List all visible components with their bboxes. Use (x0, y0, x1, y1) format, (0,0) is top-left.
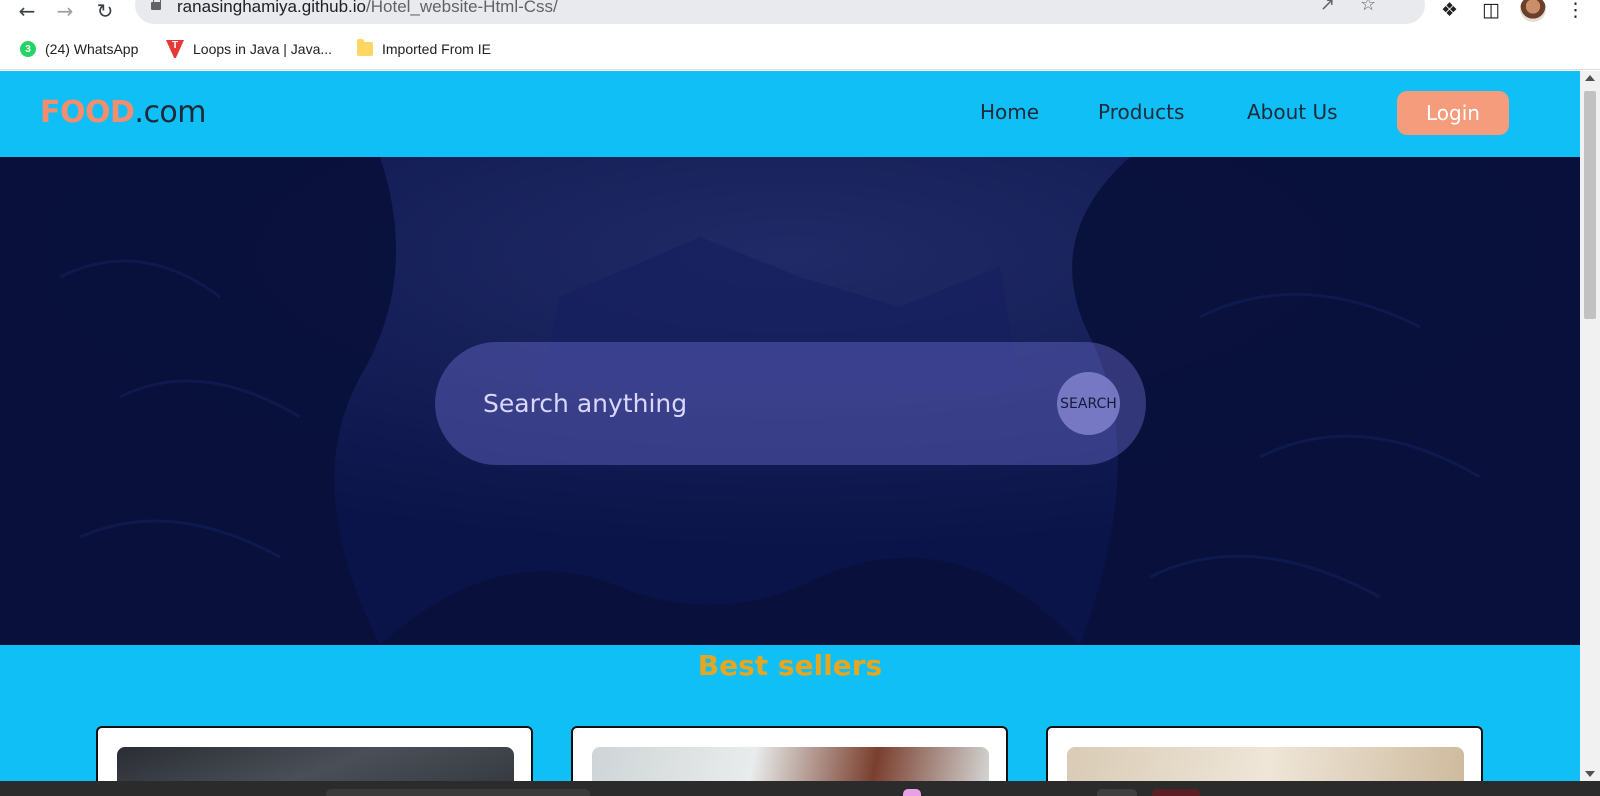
bookmark-star-icon[interactable]: ☆ (1360, 0, 1376, 14)
lock-icon[interactable] (151, 0, 161, 10)
bookmark-whatsapp[interactable]: 3 (24) WhatsApp (20, 38, 138, 60)
login-button[interactable]: Login (1397, 91, 1509, 135)
site-navbar: FOOD.com Home Products About Us Login (0, 71, 1580, 157)
taskbar-item[interactable] (903, 789, 921, 796)
search-button[interactable]: SEARCH (1057, 372, 1120, 435)
page-viewport: FOOD.com Home Products About Us Login Se… (0, 71, 1580, 796)
bookmark-loops-in-java[interactable]: T Loops in Java | Java... (166, 38, 332, 60)
side-panel-icon[interactable]: ◫ (1482, 0, 1500, 20)
back-icon[interactable]: ← (14, 0, 40, 22)
taskbar-item[interactable] (1152, 789, 1200, 796)
bookmark-imported-from-ie[interactable]: Imported From IE (357, 38, 491, 60)
scroll-thumb[interactable] (1584, 91, 1596, 319)
reload-icon[interactable]: ↻ (92, 0, 118, 22)
menu-kebab-icon[interactable]: ⋮ (1566, 0, 1585, 20)
taskbar-item[interactable] (1097, 789, 1137, 796)
bookmark-label: (24) WhatsApp (45, 41, 139, 57)
bookmark-label: Imported From IE (382, 41, 491, 57)
best-sellers-title: Best sellers (697, 649, 883, 682)
taskbar-item[interactable] (326, 789, 590, 796)
extensions-icon[interactable]: ❖ (1441, 0, 1458, 20)
scroll-down-arrow-icon[interactable] (1585, 771, 1595, 777)
profile-avatar[interactable] (1520, 0, 1546, 22)
share-icon[interactable]: ↗ (1320, 0, 1335, 14)
url-text[interactable]: ranasinghamiya.github.io/Hotel_website-H… (177, 0, 558, 17)
page-scrollbar[interactable] (1580, 71, 1600, 781)
site-logo[interactable]: FOOD.com (40, 95, 207, 130)
tutorial-site-icon: T (166, 40, 184, 58)
nav-link-products[interactable]: Products (1098, 100, 1184, 124)
hero-banner: SEARCH (0, 157, 1580, 645)
scroll-up-arrow-icon[interactable] (1585, 75, 1595, 81)
nav-link-home[interactable]: Home (980, 100, 1039, 124)
os-taskbar (0, 781, 1600, 796)
browser-toolbar: ← → ↻ ranasinghamiya.github.io/Hotel_web… (0, 0, 1600, 28)
bookmarks-bar: 3 (24) WhatsApp T Loops in Java | Java..… (0, 28, 1600, 70)
nav-link-about-us[interactable]: About Us (1247, 100, 1338, 124)
whatsapp-icon: 3 (20, 41, 36, 57)
search-input[interactable] (483, 378, 1043, 428)
folder-icon (357, 39, 373, 56)
forward-icon[interactable]: → (52, 0, 78, 22)
bookmark-label: Loops in Java | Java... (193, 41, 333, 57)
address-bar[interactable]: ranasinghamiya.github.io/Hotel_website-H… (135, 0, 1425, 24)
search-bar: SEARCH (435, 342, 1146, 465)
